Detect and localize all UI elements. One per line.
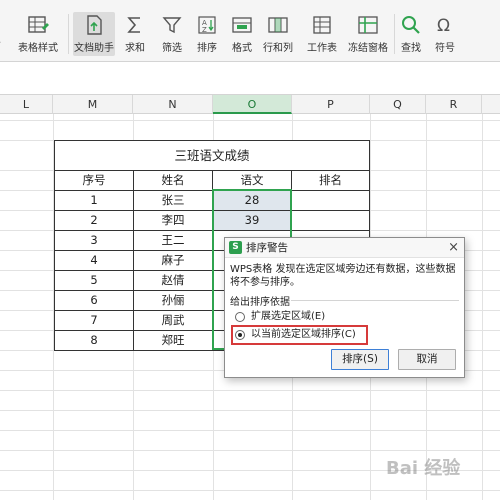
ribbon-worksheet-button[interactable]: 工作表 [302, 12, 342, 56]
dialog-title-bar[interactable]: S 排序警告 × [225, 238, 464, 258]
cancel-button[interactable]: 取消 [398, 349, 456, 370]
sort-icon: AZ [198, 16, 216, 34]
sort-basis-group-label: 给出排序依据 [230, 297, 290, 308]
find-icon [402, 16, 420, 34]
watermark-logo: Bai 经验 [386, 454, 496, 490]
grid-line [0, 490, 500, 491]
doc-assistant-icon [87, 15, 102, 35]
worksheet-icon [313, 16, 331, 34]
dialog-title: 排序警告 [246, 242, 288, 254]
ribbon-symbol-button[interactable]: Ω 符号 [428, 12, 462, 56]
column-header-row: L M N O P Q R [0, 94, 500, 114]
ribbon-label: 文档助手 [74, 43, 114, 54]
ribbon-find-button[interactable]: 查找 [396, 12, 426, 56]
wps-sheets-logo-icon: S [229, 241, 242, 254]
sort-button[interactable]: 排序(S) [331, 349, 389, 370]
group-divider [291, 300, 459, 301]
table-cell-no[interactable]: 2 [55, 211, 134, 231]
table-cell-rank[interactable] [292, 211, 369, 231]
grid-line [0, 430, 500, 431]
ribbon-sort-button[interactable]: AZ 排序 [191, 12, 223, 56]
table-cell-rank[interactable] [292, 191, 369, 211]
column-header-l[interactable]: L [0, 95, 53, 114]
ribbon-toolbar: ▾ 表格样式 文档助手 求和 筛选 AZ 排序 格式 行和列 工作表 冻结窗格 … [0, 0, 500, 62]
ribbon-format-button[interactable]: 格式 [225, 12, 259, 56]
table-cell-name[interactable]: 周武 [134, 311, 213, 331]
ribbon-label: 冻结窗格 [348, 43, 388, 54]
table-cell-no[interactable]: 7 [55, 311, 134, 331]
format-icon [232, 17, 252, 33]
table-cell-name[interactable]: 麻子 [134, 251, 213, 271]
svg-text:Ω: Ω [437, 16, 450, 36]
table-style-icon [28, 16, 49, 33]
table-header-cell[interactable]: 语文 [213, 171, 292, 191]
dialog-message: WPS表格 发现在选定区域旁边还有数据，这些数据将不参与排序。 [230, 264, 456, 288]
table-header-cell[interactable]: 序号 [55, 171, 134, 191]
ribbon-label: 筛选 [162, 43, 182, 54]
ribbon-separator [68, 14, 69, 54]
column-header-r[interactable]: R [426, 95, 482, 114]
table-cell-no[interactable]: 1 [55, 191, 134, 211]
ribbon-label: 符号 [435, 43, 455, 54]
table-cell-no[interactable]: 3 [55, 231, 134, 251]
grid-line [482, 114, 483, 500]
ribbon-label: 表格样式 [18, 43, 58, 54]
table-title[interactable]: 三班语文成绩 [55, 141, 369, 171]
ribbon-label: 排序 [197, 43, 217, 54]
table-cell-no[interactable]: 4 [55, 251, 134, 271]
table-header-cell[interactable]: 排名 [292, 171, 369, 191]
grid-line [0, 120, 500, 121]
table-cell-name[interactable]: 郑旺 [134, 331, 213, 351]
ribbon-label: 求和 [125, 43, 145, 54]
sum-icon [127, 17, 140, 33]
ribbon-separator [394, 14, 395, 54]
annotation-highlight-box [231, 325, 368, 345]
column-header-m[interactable]: M [53, 95, 133, 114]
table-cell-no[interactable]: 8 [55, 331, 134, 351]
table-header-cell[interactable]: 姓名 [134, 171, 213, 191]
table-cell-score[interactable]: 28 [213, 191, 292, 211]
radio-label: 扩展选定区域(E) [251, 311, 326, 322]
ribbon-label: 工作表 [307, 43, 337, 54]
column-header-q[interactable]: Q [370, 95, 426, 114]
ribbon-label: 查找 [401, 43, 421, 54]
rows-cols-icon [268, 17, 288, 33]
sort-warning-dialog: S 排序警告 × WPS表格 发现在选定区域旁边还有数据，这些数据将不参与排序。… [224, 237, 465, 378]
ribbon-doc-assistant-button[interactable]: 文档助手 [73, 12, 115, 56]
filter-icon [162, 17, 182, 34]
ribbon-table-style-button[interactable]: 表格样式 [14, 12, 62, 56]
ribbon-sum-button[interactable]: 求和 [119, 12, 151, 56]
table-cell-no[interactable]: 6 [55, 291, 134, 311]
table-cell-name[interactable]: 张三 [134, 191, 213, 211]
symbol-icon: Ω [437, 16, 450, 36]
close-icon[interactable]: × [448, 238, 459, 258]
table-cell-name[interactable]: 李四 [134, 211, 213, 231]
ribbon-filter-button[interactable]: 筛选 [155, 12, 189, 56]
grid-line [0, 410, 500, 411]
table-cell-name[interactable]: 赵倩 [134, 271, 213, 291]
ribbon-label: 行和列 [263, 43, 293, 54]
table-cell-score[interactable]: 39 [213, 211, 292, 231]
table-cell-no[interactable]: 5 [55, 271, 134, 291]
column-header-o[interactable]: O [213, 95, 292, 114]
freeze-panes-icon [358, 16, 378, 34]
watermark-text: Bai 经验 [386, 458, 461, 479]
table-cell-name[interactable]: 王二 [134, 231, 213, 251]
ribbon-rows-cols-button[interactable]: 行和列 [259, 12, 297, 56]
svg-text:Z: Z [202, 26, 207, 34]
radio-button[interactable] [235, 312, 245, 322]
ribbon-freeze-panes-button[interactable]: 冻结窗格 [344, 12, 392, 56]
column-header-n[interactable]: N [133, 95, 213, 114]
table-cell-name[interactable]: 孙俪 [134, 291, 213, 311]
column-header-p[interactable]: P [292, 95, 370, 114]
grid-line [0, 390, 500, 391]
ribbon-label: 格式 [232, 43, 252, 54]
ribbon-dropdown-arrow[interactable]: ▾ [0, 12, 10, 56]
grid-line [0, 450, 500, 451]
